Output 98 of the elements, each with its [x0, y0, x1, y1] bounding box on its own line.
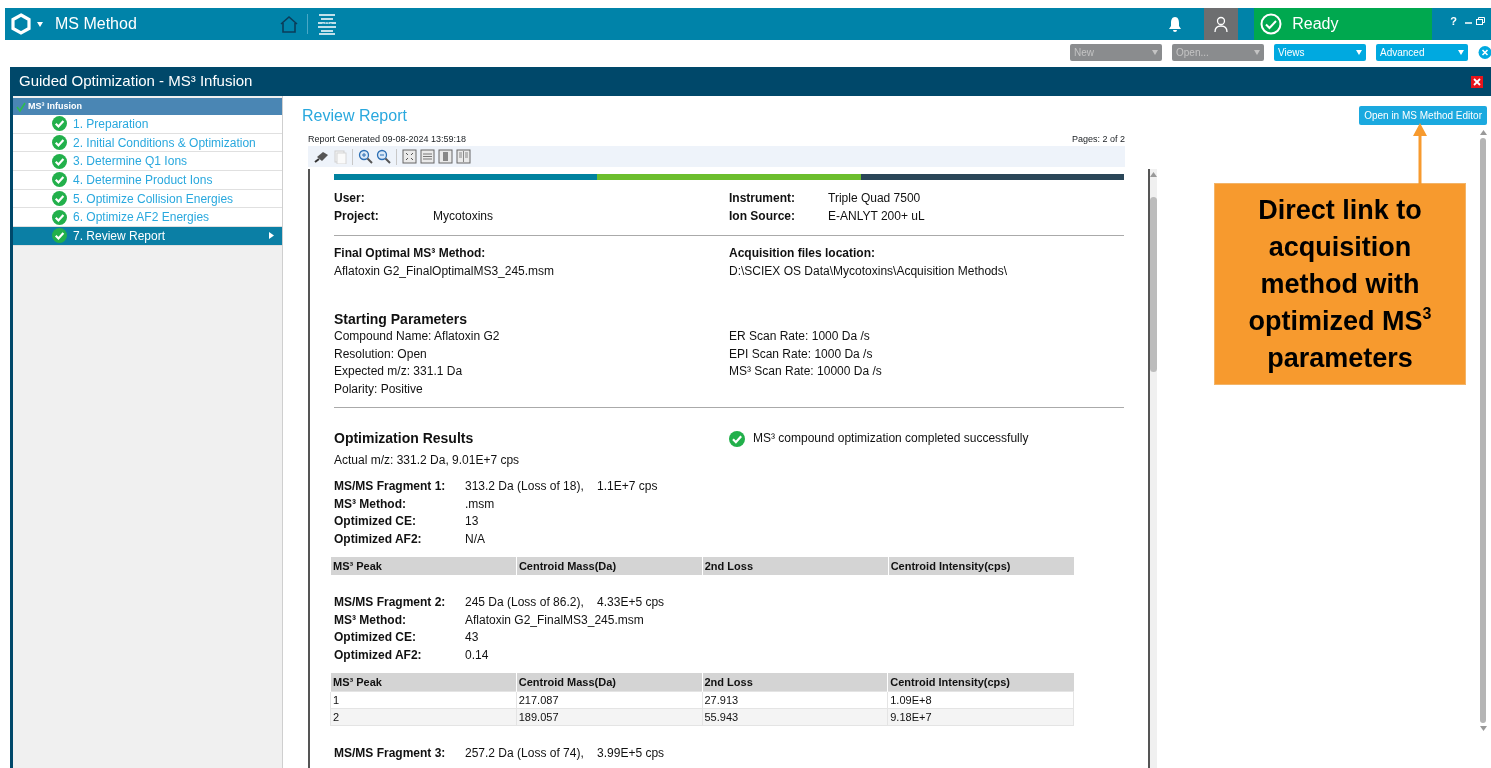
page-count: Pages: 2 of 2: [1071, 133, 1125, 146]
scroll-up-icon[interactable]: [1479, 130, 1487, 135]
field-value: .msm: [465, 496, 495, 511]
field-label: Project:: [334, 207, 380, 225]
open-editor-button[interactable]: Open in MS Method Editor: [1359, 106, 1487, 125]
fit-width-icon[interactable]: [420, 149, 435, 164]
column-header: Centroid Intensity(cps): [888, 557, 1074, 575]
field-label: Optimized CE:: [334, 513, 417, 530]
tree-item[interactable]: 6. Optimize AF2 Energies: [13, 208, 282, 228]
field-value: E-ANLYT 200+ uL: [828, 208, 925, 223]
field-label: Ion Source:: [729, 207, 796, 225]
person-icon: [1214, 16, 1229, 32]
fit-page-icon[interactable]: [402, 149, 417, 164]
tree-item[interactable]: 1. Preparation: [13, 115, 282, 134]
tree-item[interactable]: 3. Determine Q1 Ions: [13, 152, 282, 172]
page-title: Review Report: [302, 105, 407, 126]
column-header: Centroid Mass(Da): [516, 557, 703, 575]
field-value: Mycotoxins: [433, 208, 494, 223]
section-heading: Optimization Results: [334, 430, 474, 446]
zoom-out-icon[interactable]: [376, 149, 391, 164]
tree-item[interactable]: 7. Review Report: [13, 227, 282, 246]
status-message: MS³ compound optimization completed successfully: [753, 430, 1029, 447]
two-page-icon[interactable]: [456, 149, 471, 164]
parameter-text: MS³ Scan Rate: 10000 Da /s: [729, 363, 883, 380]
zoom-in-icon[interactable]: [358, 149, 373, 164]
field-label: MS/MS Fragment 3:: [334, 745, 447, 762]
tree-header[interactable]: MS³ Infusion: [13, 98, 282, 115]
field-label: MS³ Method:: [334, 495, 407, 513]
logo-icon[interactable]: [11, 13, 31, 35]
status-text: Ready: [1292, 14, 1339, 34]
parameter-text: Polarity: Positive: [334, 380, 424, 398]
column-header: 2nd Loss: [702, 673, 888, 692]
field-label: Acquisition files location:: [729, 245, 876, 262]
tree-item[interactable]: 4. Determine Product Ions: [13, 171, 282, 190]
caret-icon: [1458, 49, 1464, 55]
restore-icon[interactable]: [1476, 17, 1485, 26]
caret-icon: [37, 21, 43, 27]
field-label: User:: [334, 190, 366, 207]
column-header: MS³ Peak: [330, 557, 517, 575]
scroll-down-icon[interactable]: [1479, 726, 1487, 731]
help-button[interactable]: ?: [1446, 13, 1461, 30]
table-cell: 1.09E+8: [887, 691, 1074, 709]
scrollbar-thumb[interactable]: [1150, 197, 1157, 372]
field-value: 257.2 Da (Loss of 74), 3.99E+5 cps: [465, 746, 665, 760]
field-value: N/A: [465, 531, 485, 546]
field-value: 43: [465, 630, 479, 644]
single-page-icon[interactable]: [438, 149, 453, 164]
bell-icon[interactable]: [1168, 16, 1183, 32]
result-text: Actual m/z: 331.2 Da, 9.01E+7 cps: [334, 451, 521, 469]
column-header: Centroid Intensity(cps): [887, 673, 1074, 692]
section-heading: Starting Parameters: [334, 310, 469, 328]
check-circle-icon: [1260, 13, 1283, 35]
field-label: MS/MS Fragment 1:: [334, 478, 447, 495]
parameter-text: EPI Scan Rate: 1000 Da /s: [729, 345, 874, 363]
dropdown[interactable]: Views: [1274, 43, 1366, 61]
parameter-text: Resolution: Open: [334, 345, 428, 363]
field-label: Optimized CE:: [334, 629, 417, 646]
table-cell: 217.087: [516, 691, 702, 709]
table-cell: 27.913: [702, 691, 888, 709]
parameter-text: Expected m/z: 331.1 Da: [334, 363, 464, 380]
caret-icon: [1152, 49, 1158, 55]
field-value: Aflatoxin G2_FinalMS3_245.msm: [465, 612, 644, 627]
parameter-text: ER Scan Rate: 1000 Da /s: [729, 328, 871, 345]
field-label: Final Optimal MS³ Method:: [334, 245, 487, 262]
dialog-title: Guided Optimization - MS³ Infusion: [19, 71, 253, 92]
field-value: 245 Da (Loss of 86.2), 4.33E+5 cps: [465, 595, 665, 609]
home-icon[interactable]: [278, 15, 299, 33]
user-button[interactable]: [1204, 8, 1239, 40]
field-label: MS/MS Fragment 2:: [334, 594, 447, 611]
callout-arrow: [1412, 122, 1428, 184]
parameter-text: Compound Name: Aflatoxin G2: [334, 328, 501, 345]
field-label: Optimized AF2:: [334, 530, 423, 548]
field-label: Optimized AF2:: [334, 646, 423, 664]
report-timestamp: Report Generated 09-08-2024 13:59:18: [308, 133, 467, 146]
field-value: 13: [465, 514, 479, 528]
app-title: MS Method: [55, 14, 137, 34]
caret-icon: [1254, 49, 1260, 55]
field-label: MS³ Method:: [334, 611, 407, 629]
field-value: 313.2 Da (Loss of 18), 1.1E+7 cps: [465, 479, 658, 493]
table-cell: 1: [330, 691, 517, 709]
scroll-up-icon[interactable]: [1150, 172, 1157, 177]
field-label: Instrument:: [729, 190, 796, 207]
field-value: Aflatoxin G2_FinalOptimalMS3_245.msm: [334, 262, 556, 280]
tree-label: MS³ Infusion: [28, 99, 82, 113]
field-value: D:\SCIEX OS Data\Mycotoxins\Acquisition Methods\: [729, 262, 1009, 280]
scrollbar-thumb[interactable]: [1480, 138, 1486, 723]
field-value: Triple Quad 7500: [828, 191, 921, 205]
caret-icon: [269, 232, 274, 240]
field-value: 0.14: [465, 647, 489, 662]
lines-icon[interactable]: [315, 13, 338, 35]
dropdown[interactable]: Advanced: [1376, 43, 1468, 61]
caret-icon: [1356, 49, 1362, 55]
callout-text: Direct link to acquisition method with optimized MS$^{3}$ parameters: [1214, 183, 1466, 385]
column-header: 2nd Loss: [702, 557, 889, 575]
column-header: MS³ Peak: [330, 673, 517, 692]
print-icon[interactable]: [314, 149, 329, 164]
close-icon[interactable]: [1471, 75, 1483, 88]
column-header: Centroid Mass(Da): [516, 673, 702, 692]
